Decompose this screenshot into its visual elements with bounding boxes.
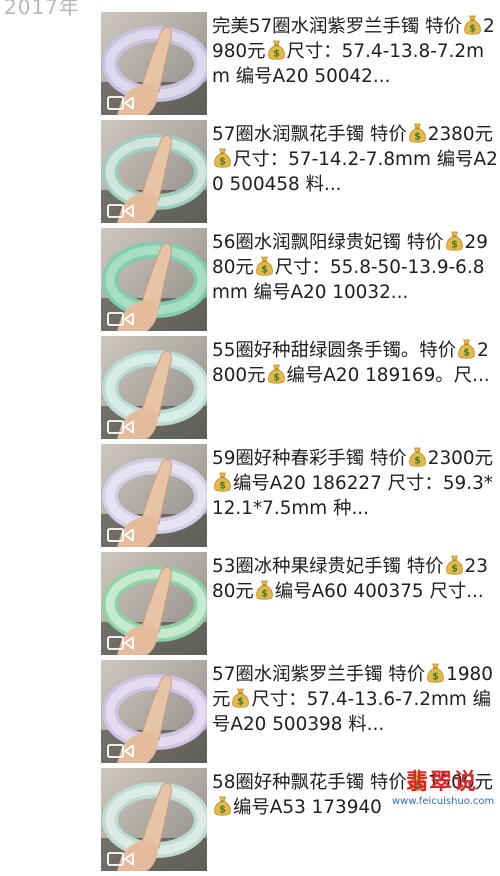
svg-text:$: $ bbox=[451, 239, 458, 250]
money-bag-icon: $ bbox=[214, 796, 231, 816]
svg-text:$: $ bbox=[219, 804, 226, 815]
money-bag-icon: $ bbox=[408, 447, 426, 467]
video-camera-icon bbox=[107, 636, 134, 650]
bangle-video-thumbnail[interactable] bbox=[101, 120, 207, 223]
video-camera-icon bbox=[107, 204, 134, 218]
svg-text:$: $ bbox=[261, 264, 268, 275]
video-camera-icon bbox=[107, 96, 134, 110]
caption-details: 尺寸：57.4-13.6-7.2mm 编号A20 500398 料... bbox=[212, 689, 492, 735]
feed-post[interactable]: 完美57圈水润紫罗兰手镯 特价 $2980元 $ 尺寸：57.4-13.8-7.2mm… bbox=[0, 12, 500, 120]
caption-details: 尺寸：57-14.2-7.8mm 编号A20 500458 料... bbox=[212, 149, 498, 195]
post-caption[interactable]: 完美57圈水润紫罗兰手镯 特价 $2980元 $ 尺寸：57.4-13.8-7.2mm… bbox=[212, 14, 498, 89]
money-bag-icon: $ bbox=[445, 555, 463, 575]
post-caption[interactable]: 59圈好种春彩手镯 特价 $2300元 $ 编号A20 186227 尺寸：59.3*… bbox=[212, 446, 498, 521]
caption-price: 2300元 bbox=[427, 448, 493, 469]
video-camera-icon bbox=[107, 420, 134, 434]
video-camera-icon bbox=[107, 528, 134, 542]
money-bag-icon: $ bbox=[267, 364, 285, 384]
svg-text:$: $ bbox=[432, 671, 439, 682]
money-bag-icon: $ bbox=[267, 40, 285, 60]
bangle-video-thumbnail[interactable] bbox=[101, 336, 207, 439]
svg-text:$: $ bbox=[414, 131, 421, 142]
svg-text:$: $ bbox=[273, 372, 280, 383]
bangle-video-thumbnail[interactable] bbox=[101, 552, 207, 655]
watermark: 翡翠说 www.feicuishuo.com bbox=[392, 770, 495, 808]
caption-price: 2380元 bbox=[427, 124, 493, 145]
caption-details: 编号A53 173940 bbox=[233, 797, 382, 818]
svg-text:$: $ bbox=[219, 156, 226, 167]
money-bag-icon: $ bbox=[427, 663, 444, 683]
caption-title: 57圈水润紫罗兰手镯 特价 bbox=[212, 664, 426, 685]
video-camera-icon bbox=[107, 852, 134, 866]
video-camera-icon bbox=[107, 744, 134, 758]
post-caption[interactable]: 56圈水润飘阳绿贵妃镯 特价 $2980元 $ 尺寸：55.8-50-13.9-6.8… bbox=[212, 230, 498, 305]
caption-details: 编号A60 400375 尺寸... bbox=[274, 581, 484, 602]
caption-title: 55圈好种甜绿圆条手镯。特价 bbox=[212, 340, 457, 361]
money-bag-icon: $ bbox=[445, 231, 463, 251]
video-camera-icon bbox=[107, 312, 134, 326]
bangle-video-thumbnail[interactable] bbox=[101, 444, 207, 547]
caption-title: 59圈好种春彩手镯 特价 bbox=[212, 448, 407, 469]
bangle-video-thumbnail[interactable] bbox=[101, 660, 207, 763]
svg-text:$: $ bbox=[261, 588, 268, 599]
money-bag-icon: $ bbox=[464, 15, 481, 35]
caption-title: 完美57圈水润紫罗兰手镯 特价 bbox=[212, 16, 462, 37]
caption-details: 编号A20 189169。尺... bbox=[286, 365, 490, 386]
feed-post[interactable]: 57圈水润飘花手镯 特价 $2380元 $ 尺寸：57-14.2-7.8mm 编号A2… bbox=[0, 120, 500, 228]
svg-text:$: $ bbox=[219, 480, 226, 491]
feed-post[interactable]: 57圈水润紫罗兰手镯 特价 $1980元 $ 尺寸：57.4-13.6-7.2mm 编… bbox=[0, 660, 500, 768]
post-caption[interactable]: 53圈冰种果绿贵妃手镯 特价 $2380元 $ 编号A60 400375 尺寸... bbox=[212, 554, 498, 604]
post-caption[interactable]: 57圈水润紫罗兰手镯 特价 $1980元 $ 尺寸：57.4-13.6-7.2mm 编… bbox=[212, 662, 498, 737]
bangle-video-thumbnail[interactable] bbox=[101, 768, 207, 871]
money-bag-icon: $ bbox=[256, 256, 273, 276]
caption-title: 58圈好种飘花手镯 特价 bbox=[212, 772, 407, 793]
money-bag-icon: $ bbox=[408, 123, 426, 143]
svg-text:$: $ bbox=[451, 563, 458, 574]
caption-details: 编号A20 186227 尺寸：59.3*12.1*7.5mm 种... bbox=[212, 473, 493, 519]
feed-post[interactable]: 59圈好种春彩手镯 特价 $2300元 $ 编号A20 186227 尺寸：59.3*… bbox=[0, 444, 500, 552]
bangle-video-thumbnail[interactable] bbox=[101, 12, 207, 115]
caption-title: 53圈冰种果绿贵妃手镯 特价 bbox=[212, 556, 444, 577]
watermark-title: 翡翠说 bbox=[405, 770, 478, 795]
svg-text:$: $ bbox=[414, 455, 421, 466]
feed-post[interactable]: 55圈好种甜绿圆条手镯。特价 $2800元 $ 编号A20 189169。尺... bbox=[0, 336, 500, 444]
watermark-url: www.feicuishuo.com bbox=[392, 796, 495, 807]
caption-title: 57圈水润飘花手镯 特价 bbox=[212, 124, 407, 145]
svg-text:$: $ bbox=[463, 347, 470, 358]
post-caption[interactable]: 57圈水润飘花手镯 特价 $2380元 $ 尺寸：57-14.2-7.8mm 编号A2… bbox=[212, 122, 498, 197]
money-bag-icon: $ bbox=[214, 472, 231, 492]
feed-post[interactable]: 53圈冰种果绿贵妃手镯 特价 $2380元 $ 编号A60 400375 尺寸... bbox=[0, 552, 500, 660]
bangle-video-thumbnail[interactable] bbox=[101, 228, 207, 331]
post-caption[interactable]: 55圈好种甜绿圆条手镯。特价 $2800元 $ 编号A20 189169。尺... bbox=[212, 338, 498, 388]
svg-text:$: $ bbox=[469, 23, 476, 34]
money-bag-icon: $ bbox=[214, 148, 231, 168]
svg-text:$: $ bbox=[273, 48, 280, 59]
feed-post[interactable]: 56圈水润飘阳绿贵妃镯 特价 $2980元 $ 尺寸：55.8-50-13.9-6.8… bbox=[0, 228, 500, 336]
money-bag-icon: $ bbox=[458, 339, 475, 359]
money-bag-icon: $ bbox=[256, 580, 273, 600]
svg-text:$: $ bbox=[238, 696, 245, 707]
caption-title: 56圈水润飘阳绿贵妃镯 特价 bbox=[212, 232, 444, 253]
money-bag-icon: $ bbox=[232, 688, 250, 708]
